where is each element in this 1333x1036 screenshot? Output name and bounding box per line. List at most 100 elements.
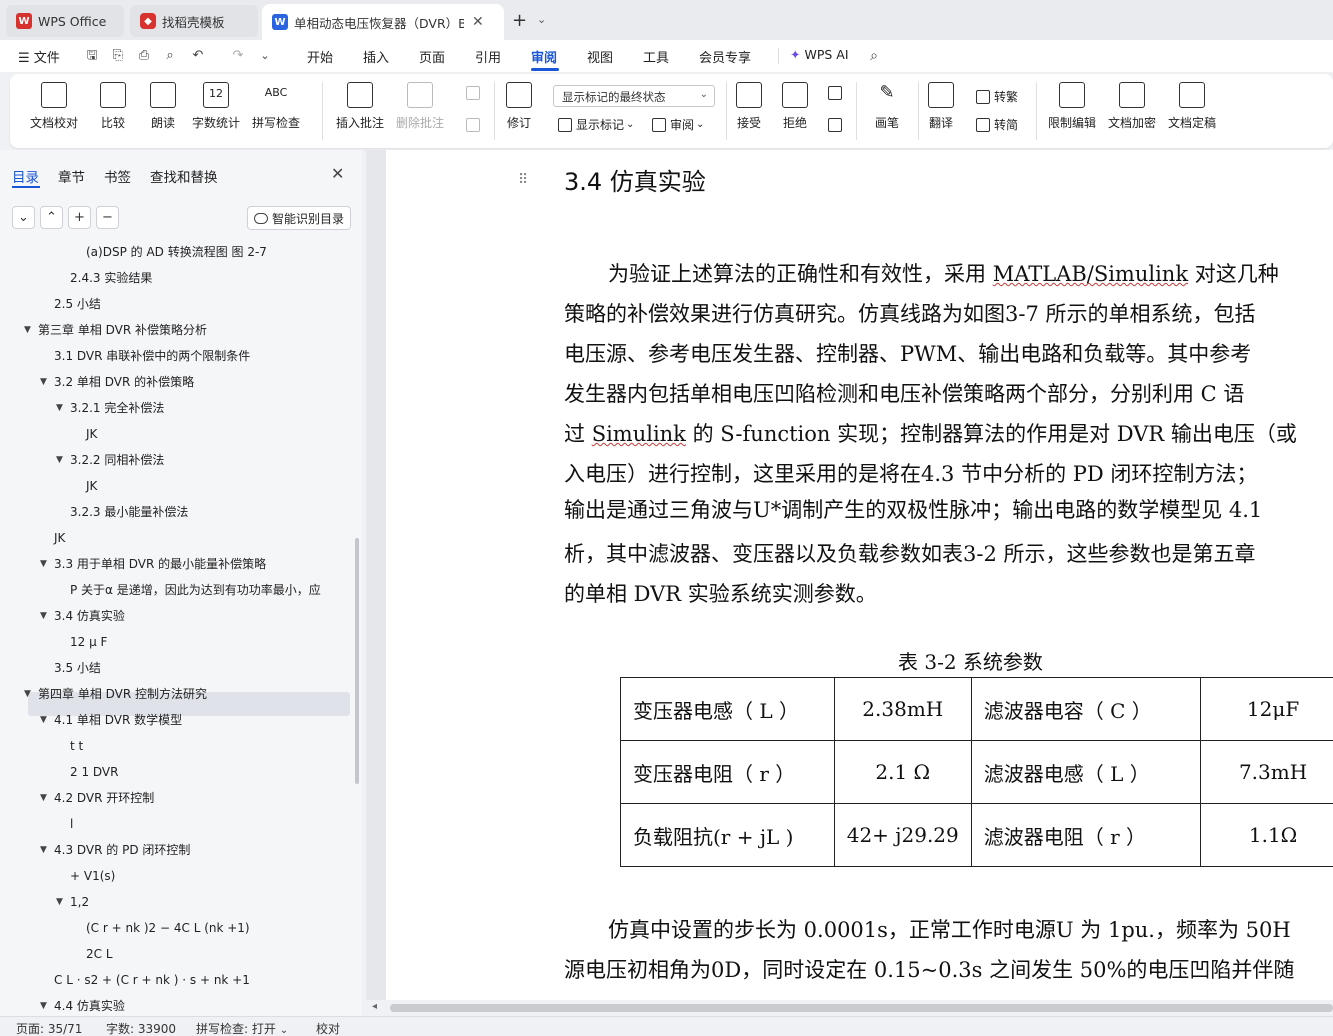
scrollbar-thumb[interactable] (390, 1004, 1333, 1012)
toc-item[interactable]: JK (86, 474, 97, 498)
close-icon[interactable]: ✕ (472, 14, 484, 30)
expand-triangle-icon[interactable]: ▼ (40, 708, 47, 732)
word-count-button[interactable]: 12 字数统计 (192, 82, 240, 131)
toc-item[interactable]: 2C L (86, 942, 113, 966)
toc-item[interactable]: JK (86, 422, 97, 446)
tab-chapters[interactable]: 章节 (58, 166, 85, 186)
expand-triangle-icon[interactable]: ▼ (56, 890, 63, 914)
next-comment-button[interactable] (466, 118, 484, 132)
toc-item[interactable]: ▼ 第三章 单相 DVR 补偿策略分析 (24, 318, 207, 342)
to-simplified-button[interactable]: 转简 (976, 116, 1018, 133)
encrypt-button[interactable]: 文档加密 (1108, 82, 1156, 131)
proofread-status[interactable]: 校对 (316, 1020, 340, 1036)
new-tab-icon[interactable]: + (512, 10, 527, 31)
menu-review[interactable]: 审阅 (531, 47, 557, 66)
toc-item[interactable]: 3.2.3 最小能量补偿法 (70, 500, 188, 524)
toc-item[interactable]: 12 μ F (70, 630, 107, 654)
toc-item[interactable]: 3.1 DVR 串联补偿中的两个限制条件 (54, 344, 250, 368)
toc-item[interactable]: ▼ 4.1 单相 DVR 数学模型 (40, 708, 182, 732)
read-aloud-button[interactable]: 朗读 (150, 82, 176, 131)
print-icon[interactable]: ⎙ (136, 48, 152, 64)
smart-toc-button[interactable]: 智能识别目录 (247, 206, 351, 230)
menu-insert[interactable]: 插入 (363, 47, 389, 66)
redo-icon[interactable]: ↷ (230, 48, 246, 64)
menu-tools[interactable]: 工具 (643, 47, 669, 66)
prev-change-button[interactable] (828, 86, 846, 100)
toc-item[interactable]: ▼ 3.3 用于单相 DVR 的最小能量补偿策略 (40, 552, 266, 576)
menu-view[interactable]: 视图 (587, 47, 613, 66)
menu-page[interactable]: 页面 (419, 47, 445, 66)
tab-wps-office[interactable]: W WPS Office (6, 5, 124, 37)
proofread-button[interactable]: 文档校对 (30, 82, 78, 131)
wps-ai-button[interactable]: ✦ WPS AI (790, 47, 849, 62)
review-pane-button[interactable]: 审阅 ⌄ (652, 116, 704, 133)
print-preview-icon[interactable]: ⌕ (162, 48, 178, 64)
tab-document[interactable]: W 单相动态电压恢复器（DVR）B ✕ (262, 4, 504, 40)
expand-triangle-icon[interactable]: ▼ (40, 994, 47, 1018)
restrict-edit-button[interactable]: 限制编辑 (1048, 82, 1096, 131)
collapse-all-button[interactable]: ⌄ (12, 206, 35, 229)
search-icon[interactable]: ⌕ (866, 48, 882, 64)
toc-item[interactable]: ▼ 4.3 DVR 的 PD 闭环控制 (40, 838, 190, 862)
drag-handle-icon[interactable]: ⠿ (518, 172, 528, 188)
toc-item[interactable]: 3.5 小结 (54, 656, 101, 680)
toc-item[interactable]: P 关于α 是递增，因此为达到有功功率最小，应 (70, 578, 321, 602)
toc-item[interactable]: ▼ 1,2 (56, 890, 89, 914)
to-traditional-button[interactable]: 转繁 (976, 88, 1018, 105)
expand-triangle-icon[interactable]: ▼ (40, 786, 47, 810)
tab-find-replace[interactable]: 查找和替换 (150, 166, 218, 186)
show-markup-button[interactable]: 显示标记 ⌄ (558, 116, 634, 133)
expand-triangle-icon[interactable]: ▼ (40, 604, 47, 628)
delete-comment-button[interactable]: 删除批注 (396, 82, 444, 131)
toc-item[interactable]: ▼ 3.2.1 完全补偿法 (56, 396, 164, 420)
toc-item[interactable]: JK (54, 526, 65, 550)
chevron-down-icon[interactable]: ⌄ (537, 13, 546, 26)
markup-display-select[interactable]: 显示标记的最终状态 ⌄ (553, 85, 715, 107)
toc-item[interactable]: 2.4.3 实验结果 (70, 266, 152, 290)
translate-button[interactable]: 翻译 (928, 82, 954, 131)
close-icon[interactable]: ✕ (331, 164, 344, 183)
expand-triangle-icon[interactable]: ▼ (56, 448, 63, 472)
spell-check-status[interactable]: 拼写检查: 打开 ⌄ (196, 1020, 288, 1036)
prev-comment-button[interactable] (466, 86, 484, 100)
toc-item[interactable]: ▼ 3.2 单相 DVR 的补偿策略 (40, 370, 194, 394)
export-icon[interactable]: ⎘ (110, 48, 126, 64)
tab-toc[interactable]: 目录 (12, 166, 39, 186)
spell-check-button[interactable]: ABC 拼写检查 (252, 82, 300, 131)
accept-button[interactable]: 接受 (736, 82, 762, 131)
expand-triangle-icon[interactable]: ▼ (56, 396, 63, 420)
next-change-button[interactable] (828, 118, 846, 132)
toc-item[interactable]: (a)DSP 的 AD 转换流程图 图 2-7 (86, 240, 267, 264)
toc-item[interactable]: + V1(s) (70, 864, 115, 888)
toc-item[interactable]: ▼ 第四章 单相 DVR 控制方法研究 (24, 682, 207, 706)
scroll-left-icon[interactable]: ◂ (372, 1001, 377, 1012)
tab-bookmarks[interactable]: 书签 (104, 166, 131, 186)
toc-item[interactable]: ▼ 3.2.2 同相补偿法 (56, 448, 164, 472)
toc-item[interactable]: C L · s2 + (C r + nk ) · s + nk +1 (54, 968, 250, 992)
toc-item[interactable]: ▼ 4.4 仿真实验 (40, 994, 125, 1018)
add-heading-button[interactable]: + (68, 206, 91, 229)
menu-references[interactable]: 引用 (475, 47, 501, 66)
revise-button[interactable]: 修订 (506, 82, 532, 131)
horizontal-scrollbar[interactable]: ◂ (366, 1000, 1333, 1016)
expand-triangle-icon[interactable]: ▼ (40, 370, 47, 394)
sidebar-scrollbar[interactable] (355, 538, 359, 784)
reject-button[interactable]: 拒绝 (782, 82, 808, 131)
toc-item[interactable]: ▼ 3.4 仿真实验 (40, 604, 125, 628)
menu-membership[interactable]: 会员专享 (699, 47, 751, 66)
menu-home[interactable]: 开始 (307, 47, 333, 66)
chevron-down-icon[interactable]: ⌄ (257, 48, 273, 64)
expand-up-button[interactable]: ⌃ (40, 206, 63, 229)
compare-button[interactable]: 比较 (100, 82, 126, 131)
page-indicator[interactable]: 页面: 35/71 (16, 1020, 82, 1036)
menu-file[interactable]: ☰ 文件 (18, 47, 60, 66)
toc-item[interactable]: l (70, 812, 73, 836)
toc-item[interactable]: t t (70, 734, 83, 758)
word-count-indicator[interactable]: 字数: 33900 (106, 1020, 176, 1036)
expand-triangle-icon[interactable]: ▼ (40, 552, 47, 576)
toc-item[interactable]: ▼ 4.2 DVR 开环控制 (40, 786, 154, 810)
document-page[interactable]: ⠿ 3.4 仿真实验 为验证上述算法的正确性和有效性，采用 MATLAB/Sim… (386, 150, 1333, 1000)
toc-item[interactable]: (C r + nk )2 − 4C L (nk +1) (86, 916, 250, 940)
save-icon[interactable]: 🖫 (84, 48, 100, 64)
insert-comment-button[interactable]: 插入批注 (336, 82, 384, 131)
